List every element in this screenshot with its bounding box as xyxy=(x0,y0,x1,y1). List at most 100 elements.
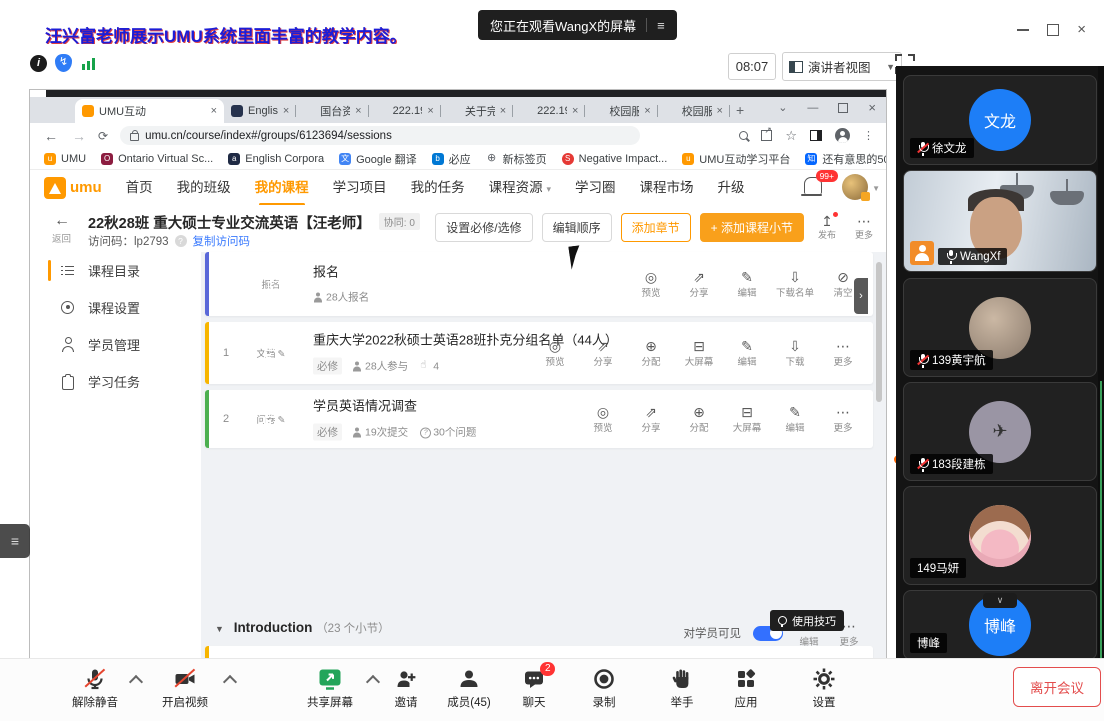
chat-button[interactable]: 2 聊天 xyxy=(499,666,569,710)
action-button[interactable]: ⊕ 分配 xyxy=(679,404,719,434)
action-button[interactable]: ◎ 预览 xyxy=(583,404,623,434)
umu-nav-item[interactable]: 学习圈 xyxy=(575,176,616,200)
tab-close-icon[interactable]: × xyxy=(500,105,506,117)
video-options-caret[interactable] xyxy=(223,675,237,689)
bookmark-item[interactable]: 知 还有意思的50个经... xyxy=(805,151,886,167)
share-page-icon[interactable] xyxy=(761,130,772,141)
browser-tab[interactable]: 222.198.1 × xyxy=(513,99,585,123)
action-button[interactable]: ✎ 编辑 xyxy=(775,404,815,434)
leave-meeting-button[interactable]: 离开会议 xyxy=(1013,667,1101,707)
publish-button[interactable]: ↥ 发布 xyxy=(813,214,841,241)
course-action-button[interactable]: 添加章节 xyxy=(621,213,691,242)
session-card[interactable]: ▶ 报名✎ 报名 xyxy=(205,252,873,316)
signal-bars-icon[interactable] xyxy=(82,58,85,70)
copy-access-code-link[interactable]: 复制访问码 xyxy=(193,233,251,249)
browser-tab[interactable]: 校园服务 × xyxy=(585,99,657,123)
browser-tab[interactable]: English C × xyxy=(224,99,296,123)
umu-logo[interactable]: umu xyxy=(44,177,102,199)
action-button[interactable]: ⇩ 下载名单 xyxy=(775,269,815,299)
course-action-button[interactable]: 设置必修/选修 xyxy=(435,213,532,242)
action-button[interactable]: ⊟ 大屏幕 xyxy=(727,404,767,434)
course-action-button[interactable]: + 添加课程小节 xyxy=(700,213,804,242)
session-title[interactable]: 学员英语情况调查 xyxy=(313,399,417,414)
browser-tab[interactable]: 222.198.1 × xyxy=(369,99,441,123)
umu-nav-item[interactable]: 课程市场 xyxy=(639,176,693,200)
browser-tab[interactable]: 关于完成 × xyxy=(441,99,513,123)
collapse-triangle-icon[interactable]: ▼ xyxy=(215,624,224,634)
umu-nav-item[interactable]: 我的班级 xyxy=(177,176,231,200)
sidebar-item[interactable]: 课程目录 xyxy=(30,252,201,289)
umu-nav-item[interactable]: 我的任务 xyxy=(411,176,465,200)
annotation-tools-icon[interactable]: ≡ xyxy=(657,18,665,33)
reload-icon[interactable]: ⟳ xyxy=(98,129,108,143)
edit-pencil-icon[interactable]: ✎ xyxy=(278,349,286,360)
umu-nav-item[interactable]: 学习项目 xyxy=(333,176,387,200)
action-button[interactable]: ✎ 编辑 xyxy=(727,269,767,299)
mic-options-caret[interactable] xyxy=(129,675,143,689)
tab-close-icon[interactable]: × xyxy=(717,105,723,117)
record-button[interactable]: 录制 xyxy=(569,666,639,710)
edit-pencil-icon[interactable]: ✎ xyxy=(278,415,286,426)
action-button[interactable]: ⇗ 分享 xyxy=(631,404,671,434)
tab-close-icon[interactable]: × xyxy=(283,105,289,117)
tab-close-icon[interactable]: × xyxy=(572,105,578,117)
members-button[interactable]: 成员(45) xyxy=(434,666,504,710)
browser-close-icon[interactable]: × xyxy=(868,100,876,115)
action-button[interactable]: ⇩ 下载 xyxy=(775,338,815,368)
browser-tab[interactable]: 国台资产 × xyxy=(296,99,368,123)
sidebar-item[interactable]: 学员管理 xyxy=(30,326,201,363)
browser-tab[interactable]: UMU互动 × xyxy=(75,99,224,123)
umu-nav-item[interactable]: 首页 xyxy=(126,176,153,200)
sidebar-item[interactable]: 学习任务 xyxy=(30,363,201,400)
tab-search-icon[interactable]: ⌄ xyxy=(778,101,787,114)
bookmark-item[interactable]: S Negative Impact... xyxy=(562,153,668,165)
side-panel-icon[interactable] xyxy=(810,130,822,141)
session-card[interactable]: 2 ▶ 问卷✎ 学员英语情况调查 必修 xyxy=(205,390,873,448)
browser-menu-icon[interactable]: ⋮ xyxy=(863,129,874,142)
new-tab-button[interactable]: + xyxy=(736,102,744,118)
apps-button[interactable]: 应用 xyxy=(711,666,781,710)
participant-tile[interactable]: 文龙 徐文龙 xyxy=(903,75,1097,165)
participant-tile[interactable]: 博峰 ∨ 博峰 xyxy=(903,590,1097,660)
session-card[interactable]: 3 ▶ 文档✎ Self-introduction of Wang.pptx xyxy=(205,646,873,658)
action-button[interactable]: ◎ 预览 xyxy=(631,269,671,299)
address-bar[interactable]: umu.cn/course/index#/groups/6123694/sess… xyxy=(120,126,640,145)
chevron-down-icon[interactable]: ▼ xyxy=(872,184,880,193)
action-button[interactable]: ⇗ 分享 xyxy=(679,269,719,299)
share-screen-button[interactable]: 共享屏幕 xyxy=(295,666,365,710)
participant-tile[interactable]: ✈ 183段建栋 xyxy=(903,382,1097,481)
umu-nav-item[interactable]: 我的课程 xyxy=(255,176,309,200)
browser-minimize-icon[interactable]: — xyxy=(807,102,818,114)
start-video-button[interactable]: 开启视频 xyxy=(150,666,220,710)
tab-close-icon[interactable]: × xyxy=(644,105,650,117)
umu-nav-item[interactable]: 升级 xyxy=(717,176,744,200)
bookmark-item[interactable]: u UMU xyxy=(44,153,86,165)
session-card[interactable]: 1 ▶ 文档✎ 重庆大学2022秋硕士英语28班扑克分组名单（44人） xyxy=(205,322,873,384)
umu-user-avatar[interactable] xyxy=(842,174,868,200)
action-button[interactable]: ✎ 编辑 xyxy=(727,338,767,368)
participant-tile[interactable]: 139黄宇航 xyxy=(903,278,1097,377)
raise-hand-button[interactable]: 举手 xyxy=(647,666,717,710)
sidebar-item[interactable]: 课程设置 xyxy=(30,289,201,326)
panel-collapse-arrow[interactable]: › xyxy=(854,278,868,314)
floating-list-toggle[interactable]: ≡ xyxy=(0,524,30,558)
collapse-chevron-icon[interactable]: ∨ xyxy=(983,593,1017,608)
action-button[interactable]: ⇗ 分享 xyxy=(583,338,623,368)
back-arrow-icon[interactable]: ← xyxy=(54,212,70,230)
more-button[interactable]: ⋯ 更多 xyxy=(850,214,878,241)
minimize-icon[interactable] xyxy=(1017,29,1029,31)
zoom-icon[interactable] xyxy=(739,131,748,140)
view-mode-dropdown[interactable]: 演讲者视图 ▼ xyxy=(782,52,902,81)
bookmark-item[interactable]: a English Corpora xyxy=(228,153,324,165)
bookmark-star-icon[interactable]: ☆ xyxy=(785,128,797,144)
umu-nav-item[interactable]: 课程资源 ▾ xyxy=(489,176,551,200)
bookmark-item[interactable]: O Ontario Virtual Sc... xyxy=(101,153,213,165)
participant-tile[interactable]: WangXf xyxy=(903,170,1097,272)
content-scrollbar[interactable] xyxy=(876,262,882,402)
forward-icon[interactable]: → xyxy=(72,128,86,144)
help-icon[interactable]: ? xyxy=(175,235,187,247)
bookmark-item[interactable]: u UMU互动学习平台 xyxy=(682,151,790,167)
tab-close-icon[interactable]: × xyxy=(427,105,433,117)
bookmark-item[interactable]: ⊕ 新标签页 xyxy=(486,151,547,167)
action-button[interactable]: ⋯ 更多 xyxy=(823,338,863,368)
